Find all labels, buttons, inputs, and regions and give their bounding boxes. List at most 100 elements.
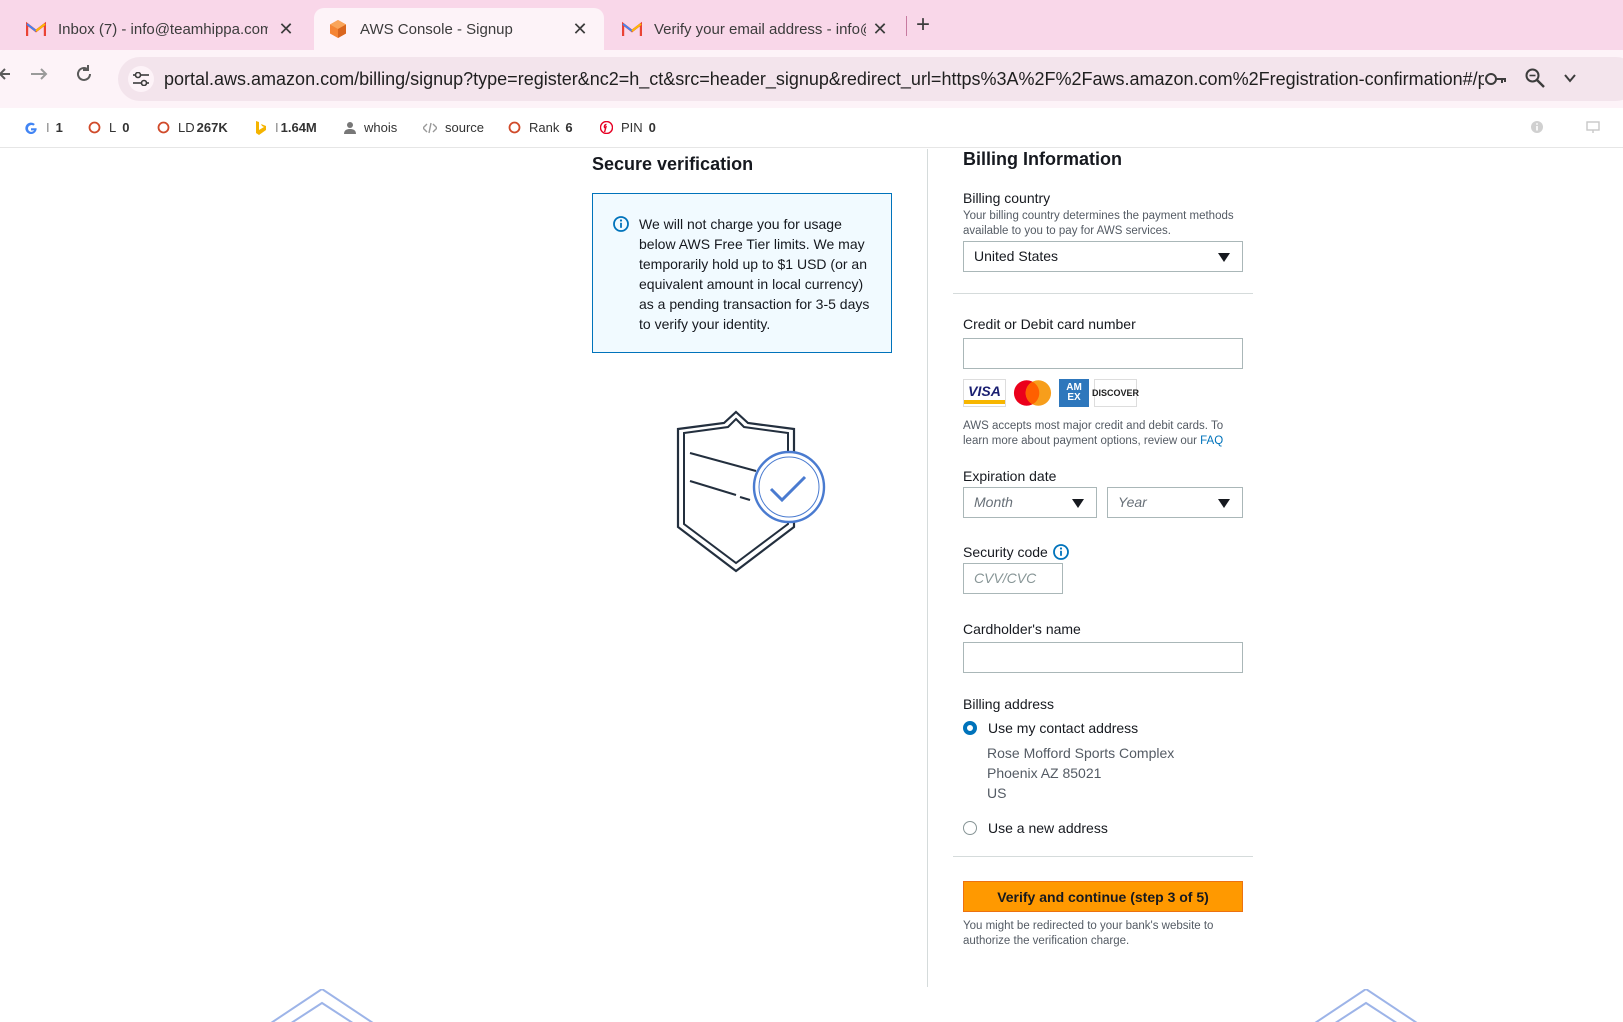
visa-icon: VISA xyxy=(963,379,1006,407)
security-code-label: Security code xyxy=(963,544,1069,560)
cardholder-name-label: Cardholder's name xyxy=(963,621,1081,637)
close-tab-icon[interactable]: ✕ xyxy=(570,19,590,39)
bookmark-linking-domains[interactable]: LD 267K xyxy=(157,120,228,135)
security-code-input[interactable]: CVV/CVC xyxy=(963,563,1063,594)
address-bar[interactable]: portal.aws.amazon.com/billing/signup?typ… xyxy=(118,57,1623,101)
caret-down-icon xyxy=(1218,253,1230,262)
notice-text: We will not charge you for usage below A… xyxy=(639,216,870,332)
bookmark-value: 6 xyxy=(565,120,573,135)
tab-aws-signup[interactable]: AWS Console - Signup ✕ xyxy=(314,8,604,50)
radio-label: Use my contact address xyxy=(988,720,1139,736)
redirect-note: You might be redirected to your bank's w… xyxy=(963,920,1214,947)
caret-down-icon xyxy=(1218,499,1230,508)
code-icon xyxy=(423,122,437,134)
bookmark-pinterest[interactable]: PIN 0 xyxy=(600,120,656,135)
cvv-placeholder: CVV/CVC xyxy=(974,570,1037,586)
address-line: US xyxy=(987,785,1007,801)
billing-country-select[interactable]: United States xyxy=(963,241,1243,272)
bookmarks-bar: I 1 L 0 LD 267K I 1.64M whois source Ran… xyxy=(0,108,1623,148)
bookmark-whois[interactable]: whois xyxy=(344,120,397,135)
contact-address: Rose Mofford Sports Complex Phoenix AZ 8… xyxy=(987,743,1174,803)
shield-check-icon xyxy=(676,409,826,579)
bookmark-links[interactable]: L 0 xyxy=(88,120,129,135)
bookmark-value: 1.64M xyxy=(280,120,317,135)
url-text[interactable]: portal.aws.amazon.com/billing/signup?typ… xyxy=(164,69,1484,90)
gmail-icon xyxy=(26,19,46,39)
bookmark-label: PIN xyxy=(621,120,643,135)
radio-label: Use a new address xyxy=(988,820,1108,836)
tab-separator xyxy=(906,16,907,36)
decorative-shape xyxy=(1306,987,1426,1022)
info-icon[interactable] xyxy=(1530,120,1544,139)
screen-icon[interactable] xyxy=(1586,120,1600,139)
bookmark-value: 0 xyxy=(122,120,130,135)
bookmark-label: I xyxy=(275,120,279,135)
card-number-input[interactable] xyxy=(963,338,1243,369)
amex-icon: AM EX xyxy=(1059,379,1089,407)
billing-address-label: Billing address xyxy=(963,696,1055,712)
bookmark-label: L xyxy=(109,120,117,135)
radio-use-new-address[interactable]: Use a new address xyxy=(963,820,1108,836)
address-line: Phoenix AZ 85021 xyxy=(987,765,1102,781)
bookmark-label: I xyxy=(46,120,50,135)
circle-icon xyxy=(157,121,170,134)
bookmark-label: whois xyxy=(364,120,398,135)
tab-strip: Inbox (7) - info@teamhippa.com ✕ AWS Con… xyxy=(0,0,1623,50)
verify-and-continue-button[interactable]: Verify and continue (step 3 of 5) xyxy=(963,881,1243,912)
bookmark-label: source xyxy=(445,120,485,135)
expiration-month-select[interactable]: Month xyxy=(963,487,1097,518)
year-placeholder: Year xyxy=(1118,494,1147,510)
google-icon xyxy=(24,121,38,135)
close-tab-icon[interactable]: ✕ xyxy=(276,19,296,39)
tab-title: Inbox (7) - info@teamhippa.com xyxy=(58,20,268,38)
bookmark-source[interactable]: source xyxy=(423,120,484,135)
secure-verification-title: Secure verification xyxy=(592,154,754,174)
site-settings-icon[interactable] xyxy=(128,66,154,92)
accepted-cards-text: AWS accepts most major credit and debit … xyxy=(963,420,1224,447)
discover-icon: DISCOVER xyxy=(1092,379,1139,407)
tab-verify-email[interactable]: Verify your email address - info@ ✕ xyxy=(608,8,904,50)
back-icon[interactable] xyxy=(0,64,10,89)
bookmark-value: 0 xyxy=(648,120,656,135)
signup-page: Secure verification We will not charge y… xyxy=(0,149,1623,1022)
reload-icon[interactable] xyxy=(74,64,94,89)
tab-inbox[interactable]: Inbox (7) - info@teamhippa.com ✕ xyxy=(0,8,310,50)
bookmark-value: 267K xyxy=(196,120,228,135)
billing-country-label: Billing country xyxy=(963,190,1051,206)
circle-icon xyxy=(508,121,521,134)
billing-title: Billing Information xyxy=(963,149,1122,169)
bookmark-label: LD xyxy=(178,120,195,135)
billing-country-value: United States xyxy=(974,248,1059,264)
bing-icon xyxy=(255,120,267,135)
bookmark-bing-index[interactable]: I 1.64M xyxy=(255,120,317,135)
info-icon[interactable] xyxy=(1052,544,1069,560)
pinterest-icon xyxy=(600,121,613,134)
billing-country-hint: Your billing country determines the paym… xyxy=(963,210,1234,237)
info-icon xyxy=(613,216,629,237)
bookmark-rank[interactable]: Rank 6 xyxy=(508,120,573,135)
forward-icon[interactable] xyxy=(30,64,48,89)
new-tab-button[interactable]: + xyxy=(916,12,930,38)
close-tab-icon[interactable]: ✕ xyxy=(870,19,890,39)
person-icon xyxy=(344,121,356,134)
radio-use-contact-address[interactable]: Use my contact address xyxy=(963,720,1138,736)
key-icon[interactable] xyxy=(1484,67,1508,96)
radio-selected-icon xyxy=(963,721,977,735)
cardholder-name-input[interactable] xyxy=(963,642,1243,673)
section-divider xyxy=(953,293,1253,294)
chevron-down-icon[interactable] xyxy=(1564,67,1576,94)
column-divider xyxy=(927,149,928,987)
card-number-label: Credit or Debit card number xyxy=(963,316,1136,332)
expiration-year-select[interactable]: Year xyxy=(1107,487,1243,518)
gmail-icon xyxy=(622,19,642,39)
decorative-shape xyxy=(262,987,382,1022)
bookmark-label: Rank xyxy=(529,120,560,135)
zoom-icon[interactable] xyxy=(1524,67,1546,94)
address-line: Rose Mofford Sports Complex xyxy=(987,745,1175,761)
bookmark-google-index[interactable]: I 1 xyxy=(24,120,63,135)
circle-icon xyxy=(88,121,101,134)
caret-down-icon xyxy=(1072,499,1084,508)
bookmark-value: 1 xyxy=(55,120,63,135)
faq-link[interactable]: FAQ xyxy=(1200,435,1223,447)
tab-title: Verify your email address - info@ xyxy=(654,20,866,38)
